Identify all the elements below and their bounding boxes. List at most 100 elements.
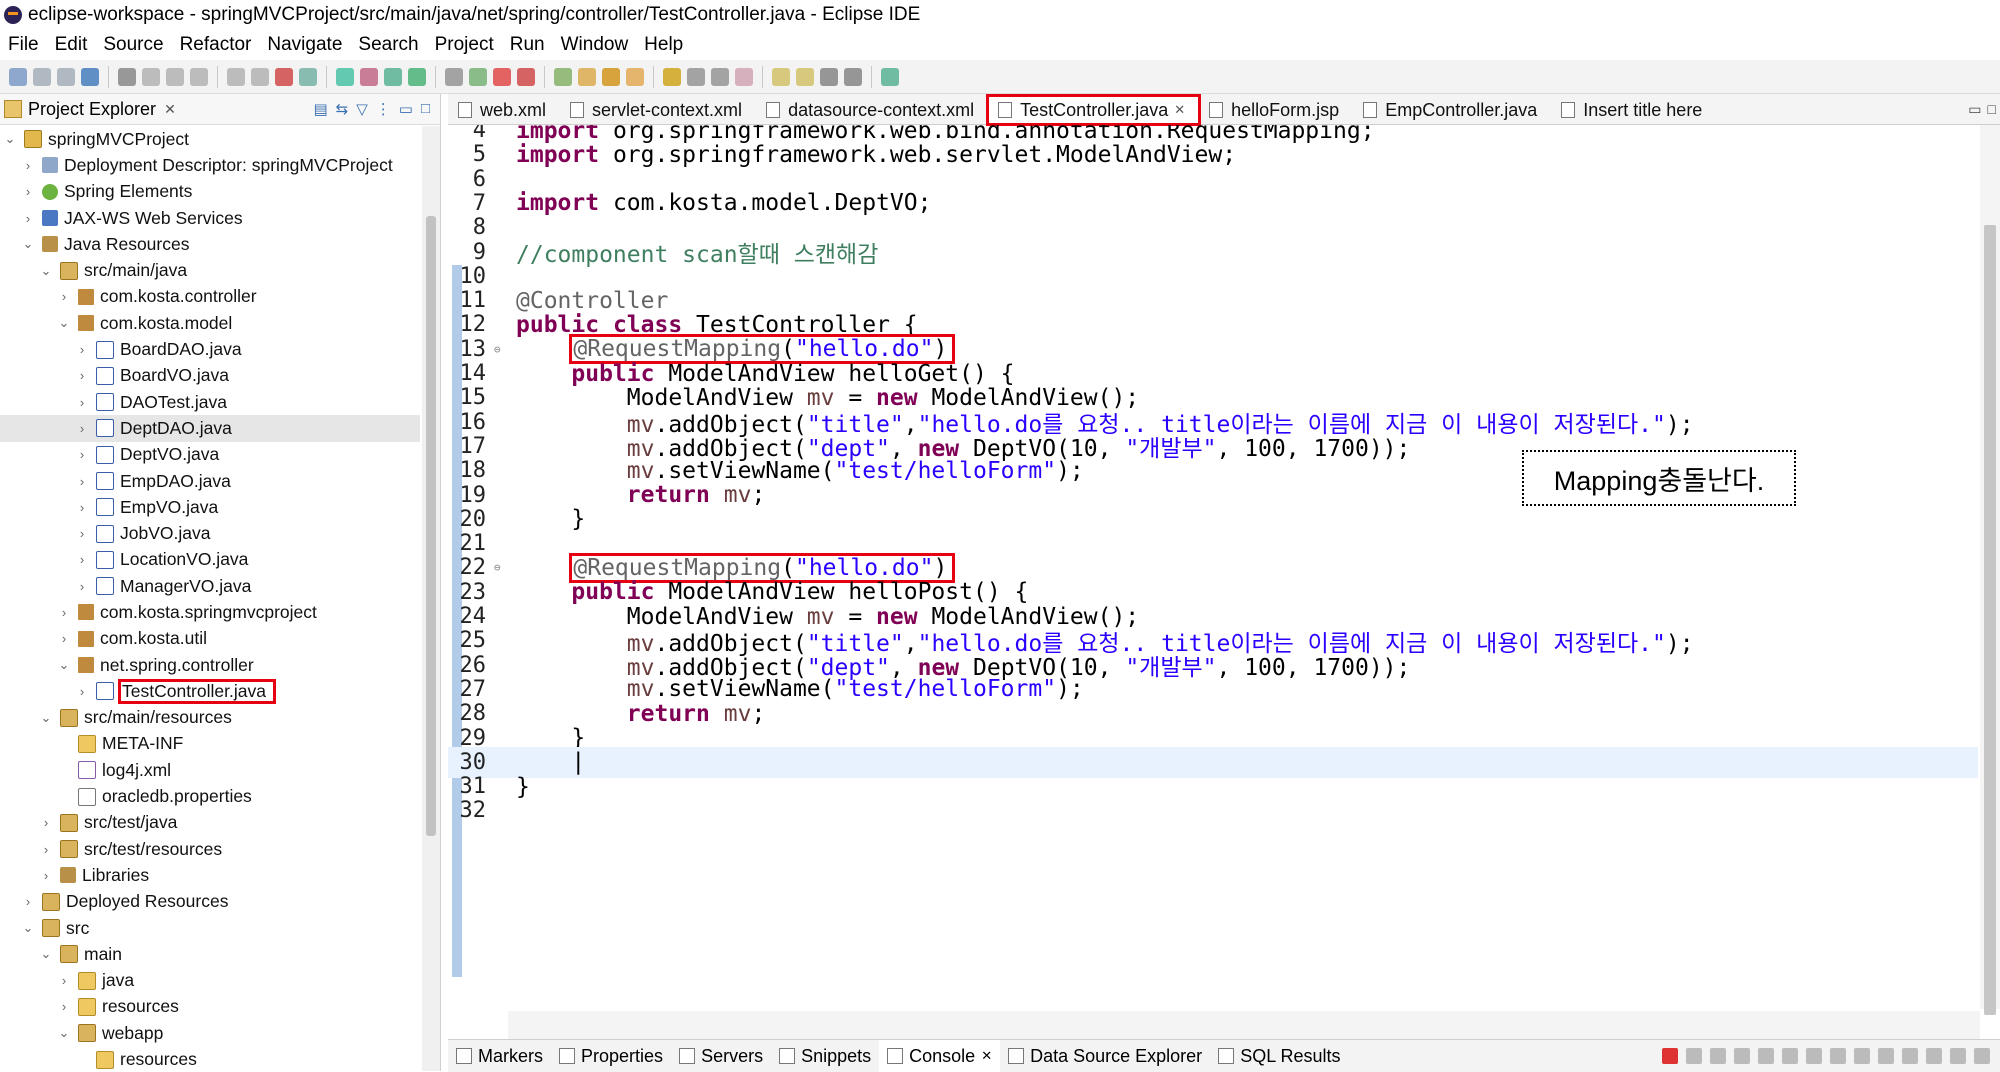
toolbar-button-icon[interactable]: [445, 67, 463, 86]
chevron-down-icon[interactable]: ⌄: [4, 131, 16, 147]
toolbar-button-icon[interactable]: [735, 67, 753, 86]
editor-tab[interactable]: Insert title here: [1551, 96, 1716, 124]
toolbar-button-icon[interactable]: [687, 67, 705, 86]
menu-window[interactable]: Window: [553, 34, 637, 56]
tree-item[interactable]: ⌄ com.kosta.model: [0, 310, 420, 336]
toolbar-button-icon[interactable]: [578, 67, 596, 86]
tree-item[interactable]: › com.kosta.controller: [0, 284, 420, 310]
close-icon[interactable]: ✕: [164, 101, 176, 118]
panel-tool-icon[interactable]: [1734, 1048, 1750, 1064]
toolbar-button-icon[interactable]: [360, 67, 378, 86]
tree-item[interactable]: ⌄ Java Resources: [0, 231, 420, 257]
tree-item[interactable]: › com.kosta.util: [0, 626, 420, 652]
panel-tool-icon[interactable]: [1830, 1048, 1846, 1064]
panel-tab-console[interactable]: Console ✕: [879, 1040, 1001, 1072]
chevron-right-icon[interactable]: ›: [40, 868, 52, 883]
panel-tab-servers[interactable]: Servers: [671, 1040, 771, 1072]
tree-item[interactable]: META-INF: [0, 731, 420, 757]
editor-horizontal-scrollbar[interactable]: [508, 1011, 1980, 1039]
tree-item[interactable]: ⌄ webapp: [0, 1020, 420, 1046]
tree-item[interactable]: ⌄ src/main/java: [0, 257, 420, 283]
chevron-right-icon[interactable]: ›: [76, 684, 88, 699]
close-icon[interactable]: ✕: [1174, 102, 1185, 118]
toolbar-button-icon[interactable]: [602, 67, 620, 86]
chevron-down-icon[interactable]: ⌄: [58, 657, 70, 673]
tree-item[interactable]: › src/test/java: [0, 810, 420, 836]
panel-tool-icon[interactable]: [1662, 1048, 1678, 1064]
toolbar-button-icon[interactable]: [251, 67, 269, 86]
chevron-down-icon[interactable]: ⌄: [22, 920, 34, 936]
tree-item[interactable]: › LocationVO.java: [0, 547, 420, 573]
code-line[interactable]: 32: [448, 795, 1978, 826]
toolbar-button-icon[interactable]: [663, 67, 681, 86]
chevron-down-icon[interactable]: ⌄: [58, 315, 70, 331]
tree-item[interactable]: › com.kosta.springmvcproject: [0, 599, 420, 625]
panel-tab-sql-results[interactable]: SQL Results: [1210, 1040, 1348, 1072]
panel-tool-icon[interactable]: [1686, 1048, 1702, 1064]
chevron-right-icon[interactable]: ›: [22, 894, 34, 909]
menu-project[interactable]: Project: [427, 34, 502, 56]
toolbar-button-icon[interactable]: [796, 67, 814, 86]
toolbar-button-icon[interactable]: [554, 67, 572, 86]
tree-item[interactable]: log4j.xml: [0, 757, 420, 783]
chevron-right-icon[interactable]: ›: [40, 815, 52, 830]
toolbar-button-icon[interactable]: [142, 67, 160, 86]
chevron-right-icon[interactable]: ›: [76, 342, 88, 357]
toolbar-button-icon[interactable]: [626, 67, 644, 86]
toolbar-button-icon[interactable]: [772, 67, 790, 86]
toolbar-button-icon[interactable]: [81, 67, 99, 86]
editor-tab[interactable]: web.xml: [448, 96, 560, 124]
toolbar-button-icon[interactable]: [820, 67, 838, 86]
chevron-right-icon[interactable]: ›: [58, 973, 70, 988]
scrollbar-thumb[interactable]: [1984, 225, 1996, 1015]
close-icon[interactable]: ✕: [981, 1048, 992, 1064]
editor-tab[interactable]: EmpController.java: [1353, 96, 1551, 124]
panel-tab-properties[interactable]: Properties: [551, 1040, 671, 1072]
chevron-right-icon[interactable]: ›: [76, 447, 88, 462]
toolbar-button-icon[interactable]: [469, 67, 487, 86]
panel-tool-icon[interactable]: [1782, 1048, 1798, 1064]
menu-run[interactable]: Run: [502, 34, 553, 56]
tree-item[interactable]: › JAX-WS Web Services: [0, 205, 420, 231]
editor-vertical-scrollbar[interactable]: [1980, 125, 2000, 1015]
fold-icon[interactable]: ⊖: [494, 561, 506, 574]
panel-tool-icon[interactable]: [1710, 1048, 1726, 1064]
toolbar-button-icon[interactable]: [517, 67, 535, 86]
tree-item[interactable]: › Libraries: [0, 862, 420, 888]
menu-edit[interactable]: Edit: [47, 34, 96, 56]
tree-item[interactable]: › resources: [0, 994, 420, 1020]
toolbar-button-icon[interactable]: [9, 67, 27, 86]
chevron-right-icon[interactable]: ›: [58, 999, 70, 1014]
chevron-right-icon[interactable]: ›: [76, 552, 88, 567]
chevron-right-icon[interactable]: ›: [40, 842, 52, 857]
tree-item[interactable]: › DeptDAO.java: [0, 415, 420, 442]
tree-item[interactable]: › java: [0, 968, 420, 994]
tree-item[interactable]: oracledb.properties: [0, 783, 420, 809]
filter-icon[interactable]: ▽: [356, 100, 368, 118]
toolbar-button-icon[interactable]: [336, 67, 354, 86]
view-menu-icon[interactable]: ⋮: [376, 100, 391, 118]
tree-item[interactable]: › EmpDAO.java: [0, 468, 420, 494]
menu-source[interactable]: Source: [95, 34, 171, 56]
toolbar-button-icon[interactable]: [33, 67, 51, 86]
chevron-right-icon[interactable]: ›: [58, 605, 70, 620]
chevron-down-icon[interactable]: ⌄: [22, 236, 34, 252]
chevron-right-icon[interactable]: ›: [22, 158, 34, 173]
toolbar-button-icon[interactable]: [844, 67, 862, 86]
editor-tab[interactable]: datasource-context.xml: [756, 96, 988, 124]
chevron-down-icon[interactable]: ⌄: [58, 1025, 70, 1041]
tree-item[interactable]: › DAOTest.java: [0, 389, 420, 415]
chevron-down-icon[interactable]: ⌄: [40, 710, 52, 726]
tree-item[interactable]: › Spring Elements: [0, 179, 420, 205]
tree-item[interactable]: ⌄ main: [0, 941, 420, 967]
panel-tool-icon[interactable]: [1974, 1048, 1990, 1064]
tree-item[interactable]: › Deployed Resources: [0, 889, 420, 915]
tree-item[interactable]: ⌄ net.spring.controller: [0, 652, 420, 678]
collapse-all-icon[interactable]: ▤: [313, 100, 327, 118]
toolbar-button-icon[interactable]: [493, 67, 511, 86]
toolbar-button-icon[interactable]: [408, 67, 426, 86]
toolbar-button-icon[interactable]: [384, 67, 402, 86]
link-editor-icon[interactable]: ⇆: [336, 100, 349, 118]
menu-search[interactable]: Search: [350, 34, 426, 56]
tree-item[interactable]: ⌄ src/main/resources: [0, 705, 420, 731]
